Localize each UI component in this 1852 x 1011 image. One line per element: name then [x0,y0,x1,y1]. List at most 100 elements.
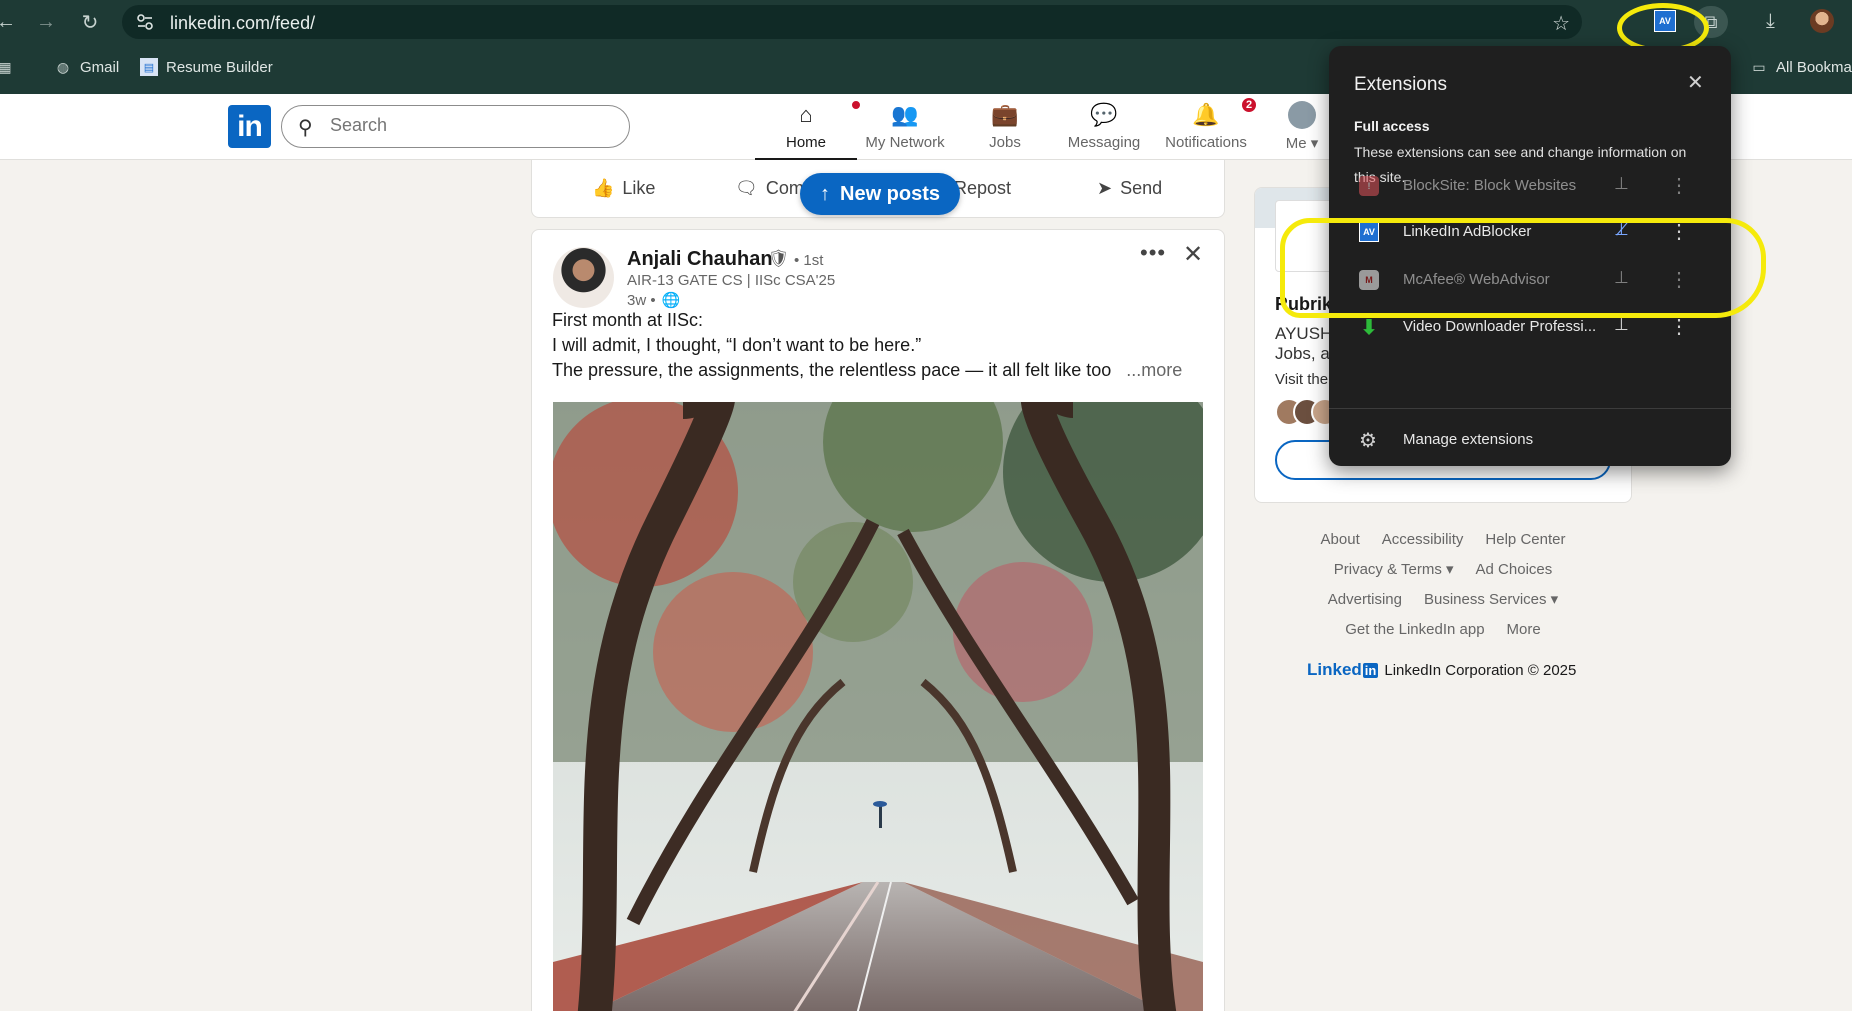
feed-post: Anjali Chauhan 🛡 • 1st AIR-13 GATE CS | … [531,229,1225,1011]
arrow-up-icon: ↑ [820,182,830,205]
back-icon[interactable]: ← [0,10,18,34]
notification-badge: 2 [1240,96,1258,114]
close-icon[interactable]: ✕ [1687,70,1704,95]
manage-extensions-button[interactable]: ⚙ Manage extensions [1329,416,1731,462]
apps-grid-icon[interactable]: ▦ [0,58,14,76]
thumbs-up-icon: 👍 [592,178,615,198]
folder-icon: ▭ [1752,58,1766,75]
extension-row-linkedin-adblocker[interactable]: AV LinkedIn AdBlocker ⊥̸ ⋮ [1329,207,1731,257]
home-icon: ⌂ [755,98,863,130]
send-icon: ➤ [1097,178,1113,198]
site-settings-icon[interactable] [136,13,154,31]
nav-jobs[interactable]: 💼 Jobs [975,100,1035,160]
forward-icon[interactable]: → [34,10,58,34]
pinned-icon[interactable]: ⊥̸ [1614,220,1629,240]
linkedin-logo[interactable]: in [228,105,271,148]
footer-link-privacy-terms[interactable]: Privacy & Terms ▾ [1334,560,1454,578]
url-text[interactable]: linkedin.com/feed/ [170,13,315,34]
profile-icon [1282,100,1322,130]
divider [1329,408,1731,409]
download-arrow-icon: ⬇ [1360,316,1378,339]
home-notification-dot [849,98,863,112]
browser-profile-avatar[interactable] [1810,9,1834,33]
search-icon: ⚲ [298,117,313,139]
bookmark-resume-builder[interactable]: ▤ Resume Builder [140,58,273,76]
nav-my-network[interactable]: 👥 My Network [862,100,948,160]
gear-icon: ⚙ [1359,430,1377,452]
extensions-puzzle-icon[interactable]: ⧉ [1694,6,1728,38]
full-access-heading: Full access [1354,118,1430,134]
author-headline: AIR-13 GATE CS | IISc CSA'25 [627,272,836,289]
rail-text: Jobs, a [1275,344,1330,363]
footer-brand: Linked in LinkedIn Corporation © 2025 [1307,660,1576,680]
nav-messaging[interactable]: 💬 Messaging [1066,100,1142,160]
av-icon: AV [1359,222,1379,242]
bookmark-gmail[interactable]: ◍ Gmail [54,58,119,76]
more-vert-icon[interactable]: ⋮ [1669,314,1689,339]
post-text-line: The pressure, the assignments, the relen… [552,360,1183,380]
bell-icon: 🔔 2 [1162,96,1258,130]
browser-toolbar: ← → ↻ linkedin.com/feed/ ☆ AV ⧉ ⤓ [0,0,1852,44]
reload-icon[interactable]: ↻ [78,10,102,34]
follower-avatars [1275,398,1339,426]
nav-notifications[interactable]: 🔔 2 Notifications [1162,96,1258,160]
comment-button[interactable]: 🗨 Com [735,178,804,199]
verified-shield-icon: 🛡 [768,249,790,268]
globe-icon: ◍ [56,58,70,75]
author-avatar[interactable] [553,247,614,308]
pin-icon[interactable]: ⊥ [1614,174,1629,194]
connection-degree: • 1st [794,252,824,269]
close-icon[interactable]: ✕ [1183,240,1203,269]
bookmark-star-icon[interactable]: ☆ [1552,11,1570,36]
extension-row-mcafee[interactable]: M McAfee® WebAdvisor ⊥ ⋮ [1329,255,1731,305]
globe-icon: 🌐 [661,292,681,309]
footer-link-business-services[interactable]: Business Services ▾ [1424,590,1558,608]
footer-link-accessibility[interactable]: Accessibility [1382,531,1464,548]
resume-builder-favicon: ▤ [140,58,158,76]
post-timestamp: 3w • 🌐 [627,291,681,310]
all-bookmarks[interactable]: ▭ All Bookma [1750,58,1852,76]
footer-link-advertising[interactable]: Advertising [1328,591,1402,608]
rail-text: AYUSH [1275,324,1333,343]
linkedin-wordmark: Linked in [1307,660,1379,679]
footer-link-ad-choices[interactable]: Ad Choices [1476,561,1553,578]
footer-link-get-app[interactable]: Get the LinkedIn app [1345,621,1484,638]
nav-me[interactable]: Me ▾ [1282,100,1322,160]
network-icon: 👥 [891,102,919,127]
send-button[interactable]: ➤ Send [1097,178,1162,199]
post-text-line: First month at IISc: [552,310,704,330]
repost-button[interactable]: Repost [954,178,1011,199]
more-vert-icon[interactable]: ⋮ [1669,173,1689,198]
extensions-popup: Extensions ✕ Full access These extension… [1329,46,1731,466]
more-vert-icon[interactable]: ⋮ [1669,219,1689,244]
rail-text: Visit the [1275,371,1329,388]
footer-link-more[interactable]: More [1507,621,1541,638]
mcafee-icon: M [1359,270,1379,290]
post-options-icon[interactable]: ••• [1140,240,1166,266]
footer-links: About Accessibility Help Center Privacy … [1254,524,1632,644]
linkedin-adblocker-toolbar-icon[interactable]: AV [1654,10,1676,32]
footer-link-help-center[interactable]: Help Center [1485,531,1565,548]
search-box[interactable]: ⚲ [281,105,630,148]
extension-row-video-downloader[interactable]: ⬇ Video Downloader Professi... ⊥ ⋮ [1329,302,1731,352]
extension-row-blocksite[interactable]: ! BlockSite: Block Websites ⊥ ⋮ [1329,161,1731,211]
blocksite-icon: ! [1359,176,1379,196]
like-button[interactable]: 👍 Like [592,178,655,199]
pin-icon[interactable]: ⊥ [1614,268,1629,288]
company-name[interactable]: Rubrik [1275,294,1332,315]
address-bar[interactable]: linkedin.com/feed/ ☆ [122,5,1582,39]
more-vert-icon[interactable]: ⋮ [1669,267,1689,292]
see-more-link[interactable]: ...more [1126,360,1182,380]
comment-icon: 🗨 [735,178,758,198]
new-posts-button[interactable]: ↑ New posts [800,173,961,215]
post-image-tree-avenue[interactable] [553,402,1203,1011]
author-name[interactable]: Anjali Chauhan [627,248,773,271]
extensions-title: Extensions [1354,74,1447,95]
messaging-icon: 💬 [1090,102,1118,127]
pin-icon[interactable]: ⊥ [1614,315,1629,335]
nav-home[interactable]: ⌂ Home [755,98,863,160]
search-input[interactable] [330,115,610,136]
download-icon[interactable]: ⤓ [1766,10,1775,33]
briefcase-icon: 💼 [991,102,1019,127]
footer-link-about[interactable]: About [1321,531,1360,548]
